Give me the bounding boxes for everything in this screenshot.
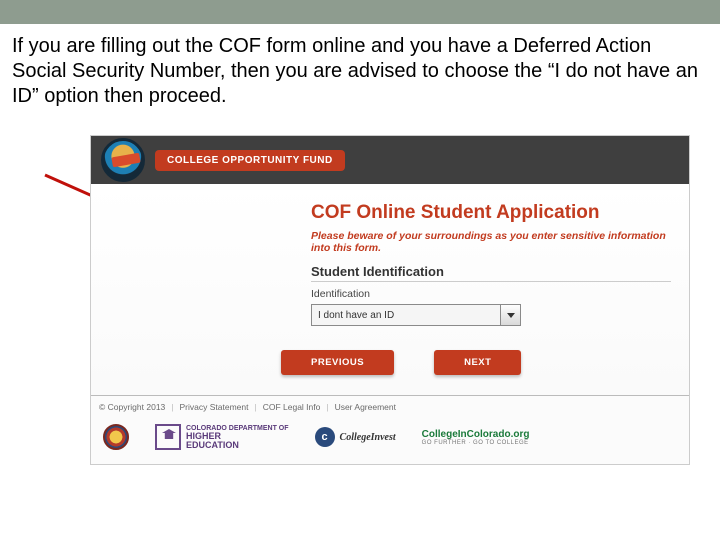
- footer-link-agreement[interactable]: User Agreement: [335, 402, 396, 412]
- footer-copyright: © Copyright 2013: [99, 402, 165, 412]
- site-header: COLLEGE OPPORTUNITY FUND: [91, 136, 689, 184]
- slide-top-accent: [0, 0, 720, 24]
- header-title-pill: COLLEGE OPPORTUNITY FUND: [155, 150, 345, 171]
- page-title: COF Online Student Application: [311, 202, 671, 224]
- cic-suffix-text: .org: [511, 429, 530, 440]
- form-body: COF Online Student Application Please be…: [91, 184, 689, 395]
- chevron-down-icon: [507, 313, 515, 318]
- site-footer: © Copyright 2013 | Privacy Statement | C…: [91, 395, 689, 464]
- state-seal-icon: [103, 424, 129, 450]
- collegeinvest-logo: c CollegeInvest: [315, 427, 396, 447]
- section-heading: Student Identification: [311, 264, 671, 279]
- higher-ed-icon: [155, 424, 181, 450]
- cof-logo-icon: [101, 138, 145, 182]
- colorado-seal-logo: [103, 424, 129, 450]
- footer-link-privacy[interactable]: Privacy Statement: [180, 402, 249, 412]
- previous-button[interactable]: PREVIOUS: [281, 350, 394, 375]
- higher-education-logo: COLORADO DEPARTMENT OF HIGHER EDUCATION: [155, 424, 289, 450]
- cic-tagline: GO FURTHER · GO TO COLLEGE: [422, 440, 529, 446]
- cic-main-text: CollegeInColorado: [422, 429, 511, 440]
- embedded-screenshot: COLLEGE OPPORTUNITY FUND COF Online Stud…: [90, 135, 690, 465]
- higher-ed-text-3: EDUCATION: [186, 441, 289, 450]
- section-divider: [311, 281, 671, 282]
- footer-separator: |: [326, 402, 328, 412]
- next-button[interactable]: NEXT: [434, 350, 521, 375]
- identification-select-value: I dont have an ID: [311, 304, 501, 326]
- collegeinvest-icon: c: [315, 427, 335, 447]
- identification-select[interactable]: I dont have an ID: [311, 304, 521, 326]
- warning-text: Please beware of your surroundings as yo…: [311, 230, 671, 254]
- collegeincolorado-logo: CollegeInColorado.org GO FURTHER · GO TO…: [422, 429, 530, 446]
- collegeinvest-text: CollegeInvest: [340, 432, 396, 443]
- identification-label: Identification: [311, 288, 671, 300]
- instruction-paragraph: If you are filling out the COF form onli…: [0, 24, 720, 109]
- footer-logo-strip: COLORADO DEPARTMENT OF HIGHER EDUCATION …: [91, 418, 689, 464]
- select-dropdown-button[interactable]: [501, 304, 521, 326]
- nav-button-row: PREVIOUS NEXT: [281, 350, 671, 375]
- footer-separator: |: [171, 402, 173, 412]
- footer-link-row: © Copyright 2013 | Privacy Statement | C…: [91, 396, 689, 418]
- footer-separator: |: [254, 402, 256, 412]
- footer-link-legal[interactable]: COF Legal Info: [263, 402, 321, 412]
